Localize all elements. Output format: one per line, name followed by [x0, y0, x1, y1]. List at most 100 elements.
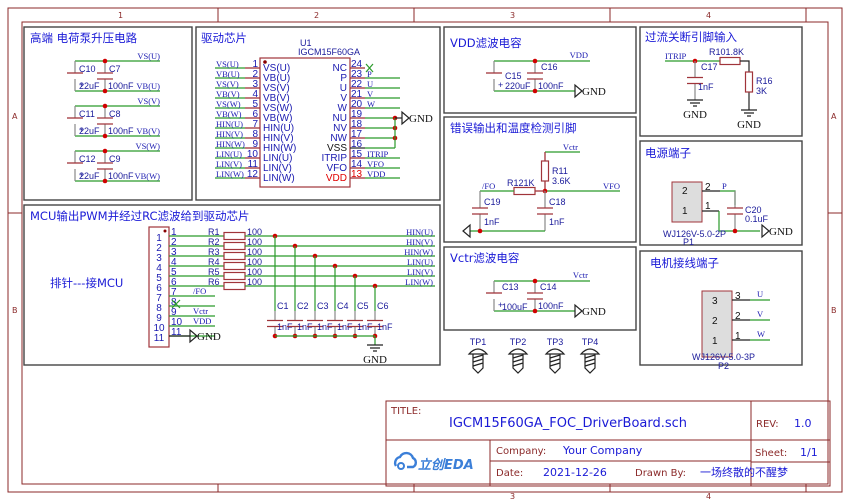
junction-dot [532, 58, 538, 64]
panel-fault [443, 116, 637, 243]
terminal-pin-number: 3 [735, 291, 741, 302]
ruler-row-b: B [12, 306, 18, 315]
cap-value: 100nF [538, 301, 564, 311]
cap-value: 22uF [79, 126, 100, 136]
junction-dot [102, 148, 108, 154]
res-value: 100 [247, 277, 262, 287]
res-designator: R6 [208, 277, 220, 287]
pin-number: 13 [351, 169, 363, 180]
ic-part-number: IGCM15F60GA [298, 47, 360, 57]
capacitor-symbol [527, 292, 543, 300]
cap-value: 1nF [549, 217, 565, 227]
net-label: HIN(V) [406, 237, 433, 247]
res-designator: R3 [208, 247, 220, 257]
ruler-col-4-bottom: 4 [706, 492, 711, 501]
net-label: VFO [603, 181, 620, 191]
junction-dot [477, 228, 483, 234]
capacitor-symbol [727, 207, 743, 215]
cap-designator: C3 [317, 301, 329, 311]
junction-dot [532, 308, 538, 314]
net-label: HIN(W) [216, 139, 245, 149]
cap-designator: C13 [502, 282, 519, 292]
cap-designator: C16 [541, 62, 558, 72]
itrip-title: 过流关断引脚输入 [645, 30, 737, 44]
cap-value: 1nF [377, 322, 393, 332]
cap-designator: C6 [377, 301, 389, 311]
net-label: VB(V) [136, 126, 160, 136]
res-value: 100 [247, 247, 262, 257]
vctr-gnd-label: GND [582, 306, 606, 318]
title-block: TITLE: IGCM15F60GA_FOC_DriverBoard.sch R… [385, 400, 831, 487]
cap-designator: C10 [79, 64, 96, 74]
ruler-row-a-right: A [831, 112, 837, 121]
gnd-symbol [761, 223, 770, 239]
net-label: HIN(U) [406, 227, 433, 237]
net-label: VDD [193, 316, 211, 326]
net-label: /FO [482, 181, 495, 191]
motor-title: 电机接线端子 [650, 256, 719, 270]
test-point-head [467, 348, 489, 355]
net-label: ITRIP [367, 149, 389, 159]
test-point-head [507, 348, 529, 355]
date-label: Date: [496, 468, 523, 479]
net-label: VB(U) [136, 81, 160, 91]
cap-designator: C14 [540, 282, 557, 292]
ruler-col-3: 3 [510, 11, 515, 20]
polarity-plus: + [498, 80, 503, 90]
header-label: 排针---接MCU [50, 276, 123, 290]
net-label: HIN(U) [216, 119, 243, 129]
net-label: VS(V) [137, 96, 160, 106]
cap-value: 100nF [108, 81, 134, 91]
cap-designator: C7 [109, 64, 121, 74]
ruler-col-2: 2 [314, 11, 319, 20]
sheet-value: 1/1 [800, 446, 818, 459]
test-point-label: TP4 [582, 337, 599, 347]
resistor-symbol [223, 231, 246, 241]
ruler-row-a: A [12, 112, 18, 121]
gnd-symbol [401, 110, 410, 126]
resistor-symbol [223, 281, 246, 291]
net-label: /FO [193, 286, 206, 296]
res-designator: R121K [507, 178, 535, 188]
res-designator: R2 [208, 237, 220, 247]
net-label: Vctr [193, 306, 208, 316]
power-gnd-label: GND [769, 226, 793, 238]
gnd-symbol [462, 223, 471, 239]
test-point-label: TP1 [470, 337, 487, 347]
drawn-by-label: Drawn By: [635, 468, 686, 479]
cap-designator: C5 [357, 301, 369, 311]
cap-designator: C11 [79, 109, 95, 119]
sheet-title: IGCM15F60GA_FOC_DriverBoard.sch [449, 416, 687, 431]
test-point-label: TP2 [510, 337, 527, 347]
net-label: P [367, 69, 372, 79]
net-label: LIN(W) [405, 277, 433, 287]
terminal-pin-number: 1 [682, 206, 688, 217]
cap-value: 100nF [538, 81, 564, 91]
test-point-screw [549, 354, 561, 374]
cap-value: 0.1uF [745, 214, 769, 224]
vctr-filter-title: Vctr滤波电容 [450, 251, 520, 265]
res-designator: R16 [756, 76, 773, 86]
cap-designator: C17 [701, 62, 718, 72]
cap-designator: C2 [297, 301, 309, 311]
cap-value: 1nF [484, 217, 500, 227]
cap-value: 22uF [79, 171, 100, 181]
cap-designator: C4 [337, 301, 349, 311]
high-side-title: 高端 电荷泵升压电路 [30, 31, 138, 45]
cap-value: 22uF [79, 81, 100, 91]
net-label: VS(W) [135, 141, 160, 151]
company-label: Company: [496, 446, 546, 457]
cap-designator: C19 [484, 197, 501, 207]
mcu-cap-gnd-label: GND [363, 354, 387, 366]
resistor-symbol [223, 251, 246, 261]
pin-number: 12 [247, 169, 259, 180]
gnd-symbol [574, 83, 583, 99]
junction-dot [102, 178, 108, 184]
ruler-col-3-bottom: 3 [510, 492, 515, 501]
capacitor-symbol [472, 207, 488, 215]
pin-name: LIN(W) [263, 173, 295, 184]
title-label: TITLE: [390, 406, 421, 417]
junction-dot [732, 228, 738, 234]
net-label: VS(W) [216, 99, 241, 109]
vdd-filter-title: VDD滤波电容 [450, 36, 522, 50]
